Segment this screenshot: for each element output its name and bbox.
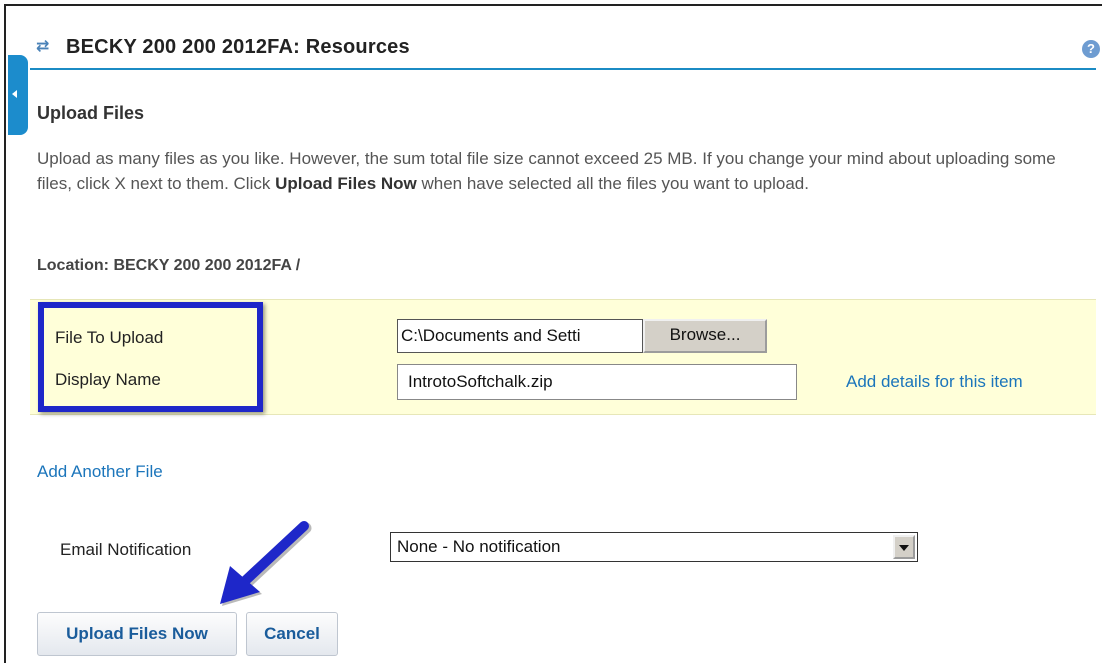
annotation-highlight-box	[38, 302, 263, 412]
display-name-label: Display Name	[55, 370, 161, 389]
file-to-upload-label: File To Upload	[55, 328, 164, 347]
add-another-file-link[interactable]: Add Another File	[37, 462, 163, 482]
collapse-sidebar-tab[interactable]	[8, 55, 28, 135]
description-text-end: when have selected all the files you wan…	[416, 174, 809, 193]
cancel-button[interactable]: Cancel	[246, 612, 338, 656]
switch-icon[interactable]: ⇄	[36, 38, 54, 56]
description-emphasis: Upload Files Now	[275, 174, 417, 193]
location-path: Location: BECKY 200 200 2012FA /	[37, 257, 301, 274]
page-title: BECKY 200 200 2012FA: Resources	[66, 36, 410, 58]
email-notification-label: Email Notification	[60, 540, 192, 559]
add-details-link[interactable]: Add details for this item	[846, 372, 1023, 392]
annotation-arrow	[220, 521, 312, 606]
email-notification-select[interactable]: None - No notification	[390, 532, 918, 562]
display-name-input[interactable]: IntrotoSoftchalk.zip	[397, 364, 797, 400]
help-icon[interactable]: ?	[1082, 40, 1100, 58]
collapse-left-icon	[12, 90, 17, 98]
section-title: Upload Files	[37, 103, 145, 123]
dropdown-arrow-icon[interactable]	[893, 535, 915, 559]
selected-option: None - No notification	[397, 537, 561, 556]
upload-files-now-button[interactable]: Upload Files Now	[37, 612, 237, 656]
upload-description: Upload as many files as you like. Howeve…	[37, 146, 1087, 196]
page-header: ⇄ BECKY 200 200 2012FA: Resources ?	[30, 30, 1100, 70]
file-path-input[interactable]: C:\Documents and Setti	[397, 319, 643, 353]
browse-button[interactable]: Browse...	[643, 319, 767, 353]
annotation-arrow-shape	[220, 521, 312, 606]
